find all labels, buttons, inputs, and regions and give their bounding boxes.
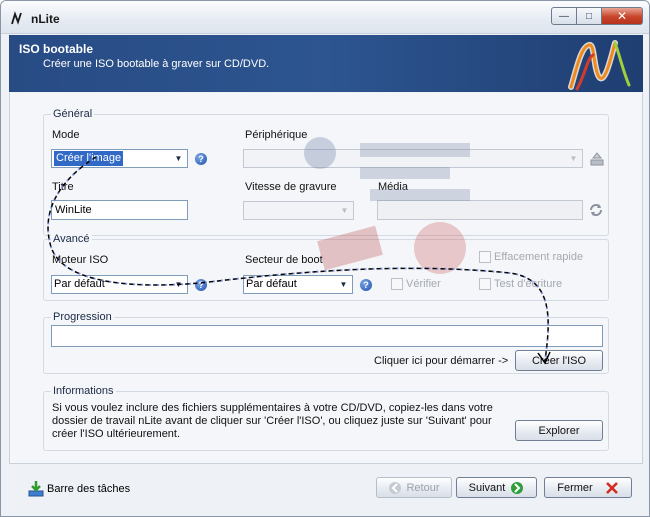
- next-label: Suivant: [468, 481, 506, 494]
- title-input[interactable]: WinLite: [51, 200, 188, 220]
- progress-bar: [51, 325, 603, 347]
- help-icon-mode[interactable]: ?: [195, 153, 207, 165]
- back-button[interactable]: Retour: [376, 477, 452, 498]
- info-group-title: Informations: [51, 385, 116, 397]
- header-banner: ISO bootable Créer une ISO bootable à gr…: [9, 35, 643, 92]
- next-button[interactable]: Suivant: [456, 477, 537, 498]
- test-write-label: Test d'écriture: [494, 278, 563, 290]
- title-label: Titre: [52, 181, 74, 193]
- progress-group-title: Progression: [51, 311, 114, 323]
- title-bar[interactable]: nLite — □ ✕: [1, 1, 649, 34]
- chevron-down-icon: ▼: [174, 280, 183, 289]
- close-window-button[interactable]: ✕: [601, 7, 643, 25]
- help-icon-engine[interactable]: ?: [195, 279, 207, 291]
- quick-erase-label: Effacement rapide: [494, 251, 584, 263]
- quick-erase-checkbox[interactable]: [479, 251, 491, 263]
- general-group-title: Général: [51, 108, 95, 120]
- page-subtitle: Créer une ISO bootable à graver sur CD/D…: [43, 58, 270, 70]
- boot-sector-label: Secteur de boot: [245, 254, 323, 266]
- media-label: Média: [378, 181, 408, 193]
- nlite-app-icon: [11, 11, 22, 25]
- iso-engine-label: Moteur ISO: [52, 254, 109, 266]
- speed-label: Vitesse de gravure: [245, 181, 337, 193]
- device-label: Périphérique: [245, 129, 308, 141]
- window-controls: — □ ✕: [551, 7, 643, 25]
- nlite-logo-icon: [568, 40, 631, 91]
- nlite-window: nLite — □ ✕ ISO bootable Créer une ISO b…: [0, 0, 650, 517]
- taskbar-label: Barre des tâches: [47, 483, 131, 495]
- chevron-down-icon: ▼: [340, 206, 349, 215]
- help-icon-boot[interactable]: ?: [360, 279, 372, 291]
- explore-button[interactable]: Explorer: [515, 420, 603, 441]
- chevron-down-icon: ▼: [339, 280, 348, 289]
- start-hint-label: Cliquer ici pour démarrer ->: [374, 355, 509, 367]
- iso-engine-select[interactable]: Par défaut ▼: [51, 275, 188, 294]
- boot-sector-value: Par défaut: [246, 278, 297, 290]
- page-title: ISO bootable: [19, 42, 94, 56]
- iso-engine-value: Par défaut: [54, 278, 105, 290]
- footer-bar: Barre des tâches Retour Suivant Fermer: [9, 463, 643, 510]
- content-panel: Général Mode Créer l'image ▼ ? Périphéri…: [9, 93, 643, 463]
- maximize-button[interactable]: □: [576, 7, 602, 25]
- close-x-icon: [605, 481, 618, 494]
- chevron-down-icon: ▼: [569, 154, 578, 163]
- taskbar-link[interactable]: Barre des tâches: [27, 480, 130, 498]
- minimize-button[interactable]: —: [551, 7, 577, 25]
- test-write-checkbox[interactable]: [479, 278, 491, 290]
- device-select[interactable]: ▼: [243, 149, 583, 168]
- boot-sector-select[interactable]: Par défaut ▼: [243, 275, 353, 294]
- speed-select[interactable]: ▼: [243, 201, 354, 220]
- create-iso-button[interactable]: Créer l'ISO: [515, 350, 603, 371]
- mode-value: Créer l'image: [54, 151, 124, 166]
- window-title: nLite: [31, 12, 60, 26]
- mode-label: Mode: [52, 129, 80, 141]
- download-arrow-icon: [28, 481, 44, 497]
- verify-checkbox[interactable]: [391, 278, 403, 290]
- info-line-2: dossier de travail nLite avant de clique…: [52, 415, 492, 427]
- close-label: Fermer: [557, 481, 593, 494]
- advanced-group-title: Avancé: [51, 233, 92, 245]
- next-arrow-icon: [511, 481, 524, 494]
- refresh-icon[interactable]: [588, 202, 604, 218]
- chevron-down-icon: ▼: [174, 154, 183, 163]
- verify-label: Vérifier: [406, 278, 441, 290]
- info-line-1: Si vous voulez inclure des fichiers supp…: [52, 402, 493, 414]
- back-label: Retour: [406, 481, 440, 494]
- media-field: [377, 200, 583, 220]
- close-button[interactable]: Fermer: [544, 477, 632, 498]
- back-arrow-icon: [389, 481, 402, 494]
- mode-select[interactable]: Créer l'image ▼: [51, 149, 188, 168]
- eject-drive-icon[interactable]: [589, 151, 605, 167]
- info-line-3: créer l'ISO ultérieurement.: [52, 428, 181, 440]
